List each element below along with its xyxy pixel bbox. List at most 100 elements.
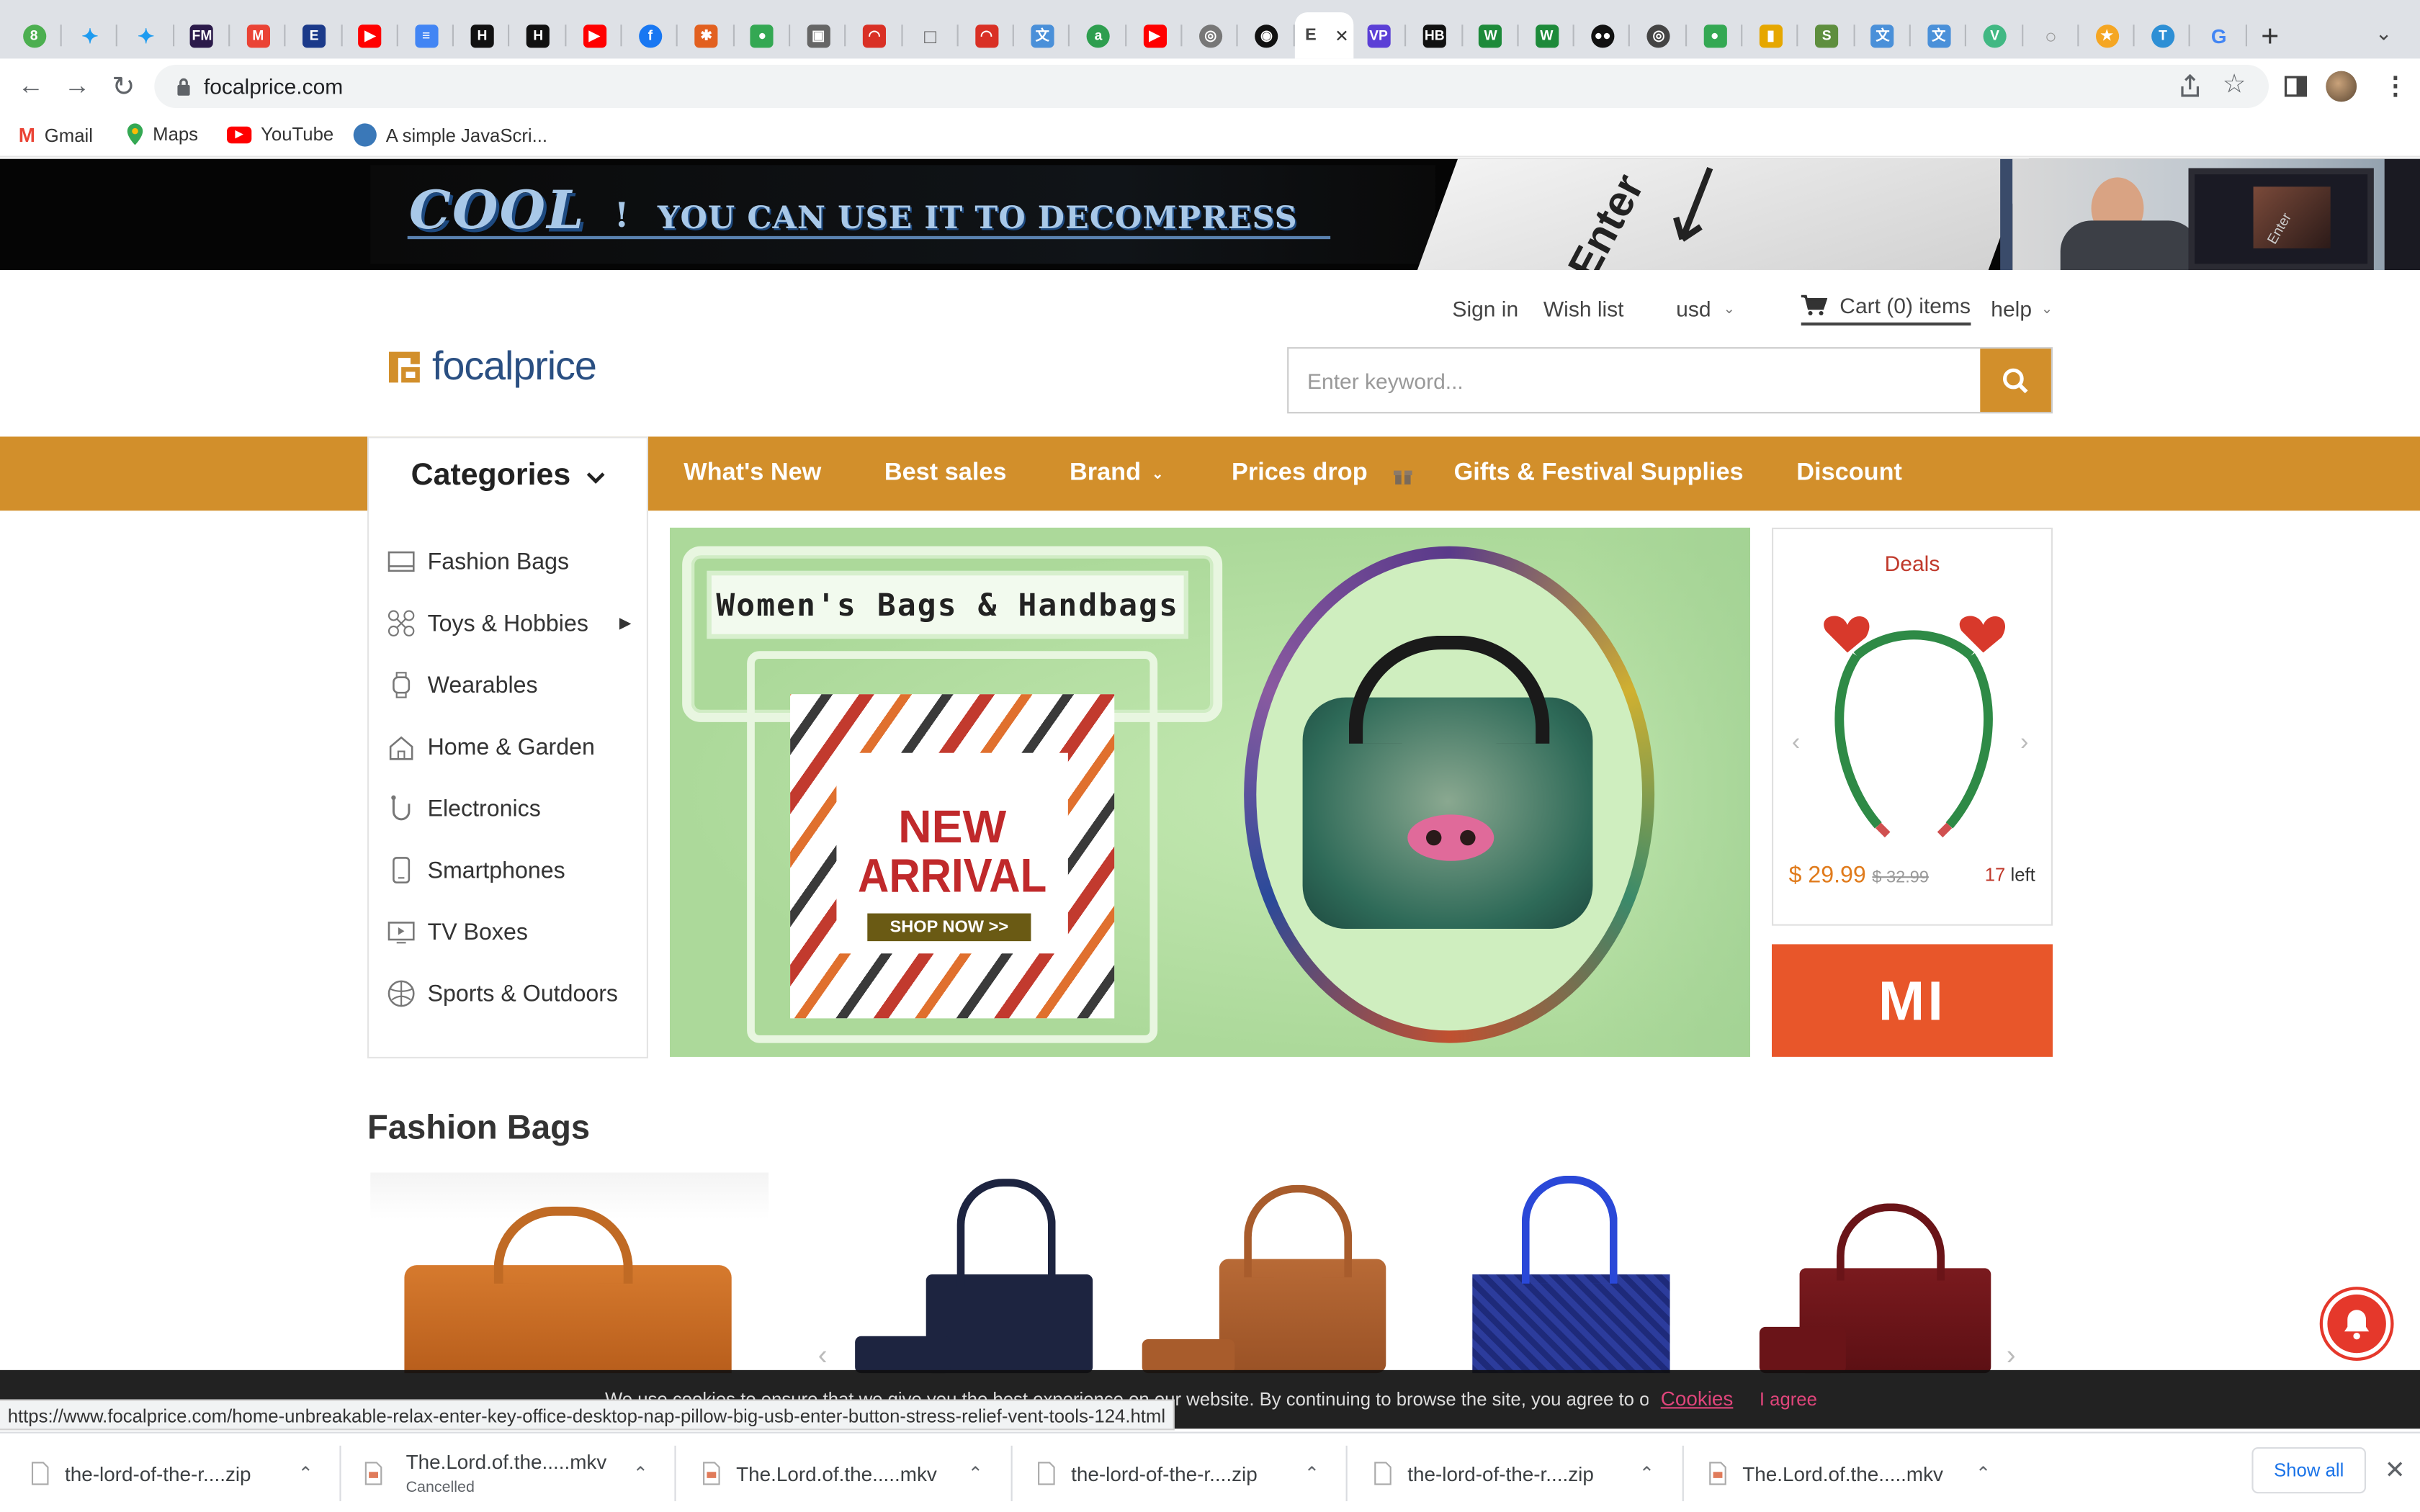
browser-tab[interactable]: ◎ <box>1631 12 1687 58</box>
deals-next-arrow[interactable]: › <box>2020 730 2028 758</box>
tab-search-chevron-icon[interactable]: ⌄ <box>2375 22 2392 46</box>
nav-brand[interactable]: Brand ⌄ <box>1070 460 1163 488</box>
category-toys-hobbies[interactable]: Toys & Hobbies ▶ <box>387 609 635 637</box>
category-electronics[interactable]: Electronics <box>387 795 541 823</box>
address-bar[interactable]: focalprice.com ☆ <box>154 65 2269 108</box>
nav-best-sales[interactable]: Best sales <box>884 460 1007 488</box>
browser-tab[interactable]: FM <box>174 12 230 58</box>
notification-bell-button[interactable] <box>2323 1290 2391 1358</box>
browser-tab[interactable]: 文 <box>1911 12 1967 58</box>
promo-banner[interactable]: COOL ! YOU CAN USE IT TO DECOMPRESS Ente… <box>0 158 2420 270</box>
nav-prices-drop[interactable]: Prices drop <box>1232 460 1368 488</box>
category-wearables[interactable]: Wearables <box>387 671 538 699</box>
back-button[interactable]: ← <box>15 71 46 102</box>
side-panel-icon[interactable] <box>2284 76 2308 97</box>
download-menu-caret[interactable]: ⌃ <box>298 1462 314 1484</box>
share-icon[interactable] <box>2179 73 2201 99</box>
browser-tab[interactable]: ✦ <box>118 12 174 58</box>
browser-tab[interactable]: E <box>287 12 342 58</box>
browser-tab[interactable]: ▶ <box>1126 12 1183 58</box>
browser-tab[interactable]: V <box>1967 12 2023 58</box>
category-home-garden[interactable]: Home & Garden <box>387 733 595 761</box>
categories-button[interactable]: Categories <box>367 436 648 513</box>
download-item[interactable]: the-lord-of-the-r....zip <box>1373 1434 1594 1512</box>
browser-tab[interactable]: HB <box>1407 12 1463 58</box>
cookie-policy-link[interactable]: Cookies <box>1661 1387 1734 1410</box>
browser-tab[interactable]: □ <box>902 12 959 58</box>
carousel-prev-arrow[interactable]: ‹ <box>818 1339 828 1372</box>
show-all-downloads-button[interactable]: Show all <box>2251 1446 2366 1494</box>
browser-tab[interactable]: a <box>1070 12 1126 58</box>
browser-tab-active[interactable]: E ✕ <box>1294 12 1354 59</box>
deals-prev-arrow[interactable]: ‹ <box>1792 730 1800 758</box>
download-menu-caret[interactable]: ⌃ <box>1639 1462 1655 1484</box>
browser-tab[interactable]: W <box>1463 12 1519 58</box>
bookmark-javascript[interactable]: A simple JavaScri... <box>353 123 547 147</box>
download-item[interactable]: the-lord-of-the-r....zip <box>1037 1434 1258 1512</box>
browser-tab[interactable]: G <box>2191 12 2247 58</box>
browser-tab[interactable]: T <box>2135 12 2191 58</box>
search-button[interactable] <box>1980 348 2051 413</box>
chrome-menu-icon[interactable]: ⋮ <box>2383 71 2408 102</box>
browser-tab[interactable]: ≡ <box>398 12 454 58</box>
browser-tab[interactable]: ✦ <box>62 12 118 58</box>
download-menu-caret[interactable]: ⌃ <box>633 1462 649 1484</box>
mi-brand-banner[interactable]: MI <box>1772 944 2053 1057</box>
browser-tab[interactable]: M <box>230 12 286 58</box>
close-tab-icon[interactable]: ✕ <box>1335 25 1349 46</box>
browser-tab[interactable]: S <box>1799 12 1855 58</box>
cart-link[interactable]: Cart (0) items <box>1801 293 1971 326</box>
browser-tab[interactable]: ● <box>1687 12 1743 58</box>
cookie-agree-button[interactable]: I agree <box>1760 1389 1817 1410</box>
browser-tab[interactable]: f <box>622 12 678 58</box>
deals-widget[interactable]: Deals ‹ › $ 29.99 $ 32.99 17 left <box>1772 527 2053 926</box>
category-smartphones[interactable]: Smartphones <box>387 856 565 884</box>
bookmark-star-icon[interactable]: ☆ <box>2223 69 2246 100</box>
help-menu[interactable]: help ⌄ <box>1991 296 2053 320</box>
bookmark-maps[interactable]: Maps <box>127 123 198 145</box>
browser-tab[interactable]: ▣ <box>791 12 846 58</box>
profile-avatar[interactable] <box>2326 71 2357 102</box>
nav-gifts-festival[interactable]: Gifts & Festival Supplies <box>1454 460 1744 488</box>
shop-now-button[interactable]: SHOP NOW >> <box>867 913 1031 942</box>
sign-in-link[interactable]: Sign in <box>1452 296 1518 320</box>
product-image-bag-4[interactable] <box>1472 1274 1670 1374</box>
browser-tab[interactable]: ● <box>735 12 790 58</box>
browser-tab[interactable]: ◎ <box>1183 12 1239 58</box>
browser-tab[interactable]: ★ <box>2079 12 2135 58</box>
close-downloads-icon[interactable]: ✕ <box>2385 1455 2406 1486</box>
currency-selector[interactable]: usd ⌄ <box>1676 296 1735 320</box>
browser-tab[interactable]: ▮ <box>1743 12 1799 58</box>
search-input[interactable]: Enter keyword... <box>1289 348 1980 412</box>
browser-tab[interactable]: ✱ <box>678 12 735 58</box>
forward-button[interactable]: → <box>62 71 93 102</box>
nav-whats-new[interactable]: What's New <box>684 460 821 488</box>
hero-carousel[interactable]: Women's Bags & Handbags NEW ARRIVAL SHOP… <box>670 527 1750 1057</box>
reload-button[interactable]: ↻ <box>108 71 139 102</box>
nav-discount[interactable]: Discount <box>1796 460 1902 488</box>
browser-tab[interactable]: W <box>1519 12 1574 58</box>
browser-tab[interactable]: ▶ <box>566 12 622 58</box>
download-item[interactable]: The.Lord.of.the.....mkv Cancelled <box>364 1434 606 1512</box>
category-fashion-bags[interactable]: Fashion Bags <box>387 548 569 576</box>
download-menu-caret[interactable]: ⌃ <box>1976 1462 1991 1484</box>
browser-tab[interactable]: 文 <box>1015 12 1070 58</box>
bookmark-gmail[interactable]: M Gmail <box>19 123 93 146</box>
browser-tab[interactable]: ●● <box>1575 12 1631 58</box>
category-sports-outdoors[interactable]: Sports & Outdoors <box>387 980 618 1008</box>
focalprice-logo[interactable]: focalprice <box>386 343 597 390</box>
download-menu-caret[interactable]: ⌃ <box>1304 1462 1320 1484</box>
download-menu-caret[interactable]: ⌃ <box>968 1462 984 1484</box>
browser-tab[interactable]: VP <box>1350 12 1407 58</box>
browser-tab[interactable]: H <box>454 12 510 58</box>
browser-tab[interactable]: ▶ <box>342 12 398 58</box>
bookmark-youtube[interactable]: ▶ YouTube <box>227 123 333 145</box>
category-tv-boxes[interactable]: TV Boxes <box>387 918 528 946</box>
browser-tab[interactable]: ◠ <box>959 12 1015 58</box>
wish-list-link[interactable]: Wish list <box>1543 296 1624 320</box>
download-item[interactable]: the-lord-of-the-r....zip <box>31 1434 251 1512</box>
browser-tab[interactable]: ◉ <box>1239 12 1294 58</box>
download-item[interactable]: The.Lord.of.the.....mkv <box>702 1434 937 1512</box>
download-item[interactable]: The.Lord.of.the.....mkv <box>1708 1434 1943 1512</box>
browser-tab[interactable]: 文 <box>1855 12 1911 58</box>
